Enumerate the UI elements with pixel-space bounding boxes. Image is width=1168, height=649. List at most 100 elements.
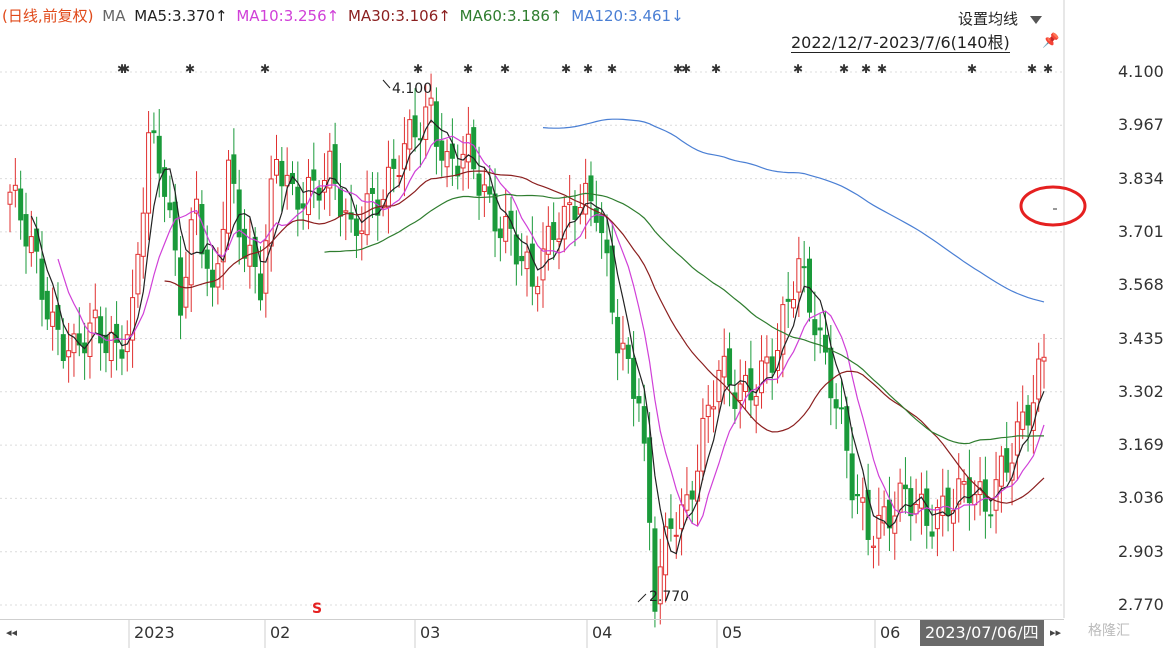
candle-body [769, 356, 775, 373]
candle-body [988, 514, 994, 517]
candle-body [66, 350, 72, 358]
candle-body [231, 154, 237, 184]
candle-body [12, 184, 18, 191]
candle-body [945, 487, 951, 517]
scroll-right-icon[interactable]: ▸▸ [1050, 626, 1061, 639]
candle-body [311, 169, 317, 181]
x-tick-label: 03 [420, 623, 441, 642]
event-marker[interactable]: ✱ [877, 62, 887, 76]
date-range-label[interactable]: 2022/12/7-2023/7/6(140根) [791, 34, 1010, 53]
candle-body [439, 140, 445, 161]
candle-body [519, 255, 525, 262]
event-marker[interactable]: ✱ [583, 62, 593, 76]
event-marker[interactable]: ✱ [1027, 62, 1037, 76]
candle-body [28, 236, 34, 254]
candle-body [44, 290, 50, 320]
candle-body [60, 334, 66, 362]
candle-body [476, 173, 482, 196]
event-marker[interactable]: ✱ [967, 62, 977, 76]
event-marker[interactable]: ✱ [711, 62, 721, 76]
candle-body [854, 493, 860, 497]
event-marker[interactable]: ✱ [839, 62, 849, 76]
candle-body [18, 188, 24, 221]
candle-body [103, 334, 109, 354]
candle-body [833, 399, 839, 409]
signal-marker[interactable]: S [312, 601, 322, 617]
event-marker[interactable]: ✱ [185, 62, 195, 76]
candle-body [700, 417, 706, 472]
candle-body [353, 218, 359, 236]
candle-body [385, 166, 391, 208]
candle-body [796, 258, 802, 293]
candle-body [183, 276, 189, 308]
candle-body [705, 404, 711, 418]
candle-body [807, 258, 812, 313]
x-tick-label: 04 [592, 623, 613, 642]
candle-body [343, 210, 349, 213]
candle-body [1041, 356, 1047, 362]
candle-body [679, 504, 685, 530]
ma-settings-dropdown[interactable]: 设置均线 [958, 8, 1043, 29]
candle-body [151, 130, 157, 134]
event-marker[interactable]: ✱ [681, 62, 691, 76]
candle-body [759, 360, 765, 394]
event-marker[interactable]: ✱ [861, 62, 871, 76]
candle-body [721, 355, 727, 378]
candle-body [247, 244, 253, 267]
candle-body [583, 182, 589, 215]
candle-body [631, 357, 637, 399]
candle-body [396, 175, 402, 178]
event-marker[interactable]: ✱ [561, 62, 571, 76]
event-marker[interactable]: ✱ [500, 62, 510, 76]
event-marker[interactable]: ✱ [413, 62, 423, 76]
candle-body [1004, 448, 1010, 473]
candle-body [92, 309, 98, 319]
candle-body [135, 253, 141, 295]
y-tick-label: 3.302 [1118, 381, 1164, 401]
candle-body [529, 243, 535, 287]
event-marker[interactable]: ✱ [120, 62, 130, 76]
y-tick-label: 4.100 [1118, 62, 1164, 81]
event-marker[interactable]: ✱ [1043, 62, 1053, 76]
candle-body [146, 132, 152, 214]
scroll-left-icon[interactable]: ◂◂ [6, 626, 17, 639]
candle-body [615, 316, 621, 354]
candle-body [188, 219, 194, 286]
low-annotation: 2.770 [649, 589, 689, 605]
candle-body [934, 507, 940, 530]
candle-body [689, 490, 695, 500]
candle-body [860, 497, 866, 503]
y-tick-label: 3.568 [1118, 275, 1164, 295]
pin-icon[interactable]: 📌 [1042, 33, 1059, 49]
candle-body [556, 238, 562, 242]
candle-body [764, 356, 770, 364]
ma120-label: MA120:3.461↓ [571, 7, 684, 25]
candle-body [407, 119, 413, 150]
event-marker[interactable]: ✱ [607, 62, 617, 76]
y-tick-label: 2.903 [1118, 541, 1164, 561]
candle-body [204, 249, 210, 269]
candle-body [215, 263, 221, 288]
candle-body [7, 191, 13, 205]
candle-body [1014, 421, 1020, 456]
candle-body [444, 151, 450, 168]
candle-body [599, 213, 605, 234]
watermark: 格隆汇 [1088, 623, 1130, 639]
candle-body [364, 193, 370, 236]
candle-body [870, 545, 876, 548]
candle-body [748, 368, 754, 401]
candle-body [791, 299, 797, 309]
candle-body [822, 334, 828, 353]
ma60-label: MA60:3.186↑ [459, 7, 563, 25]
candle-body [902, 484, 908, 490]
candle-body [817, 327, 823, 331]
candle-body [641, 406, 647, 444]
candle-body [849, 453, 855, 501]
candle-body [828, 347, 834, 399]
event-marker[interactable]: ✱ [793, 62, 803, 76]
candle-body [535, 286, 541, 295]
event-marker[interactable]: ✱ [260, 62, 270, 76]
period-label: (日线,前复权) [2, 7, 94, 25]
event-marker[interactable]: ✱ [463, 62, 473, 76]
candle-body [918, 493, 924, 509]
